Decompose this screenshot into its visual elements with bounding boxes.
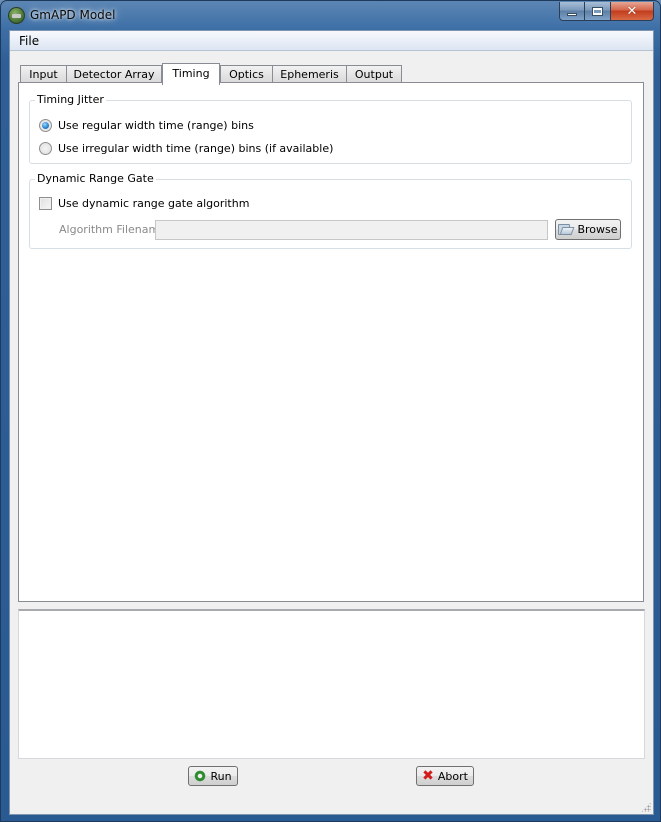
irregular-bins-option[interactable]: Use irregular width time (range) bins (i… — [39, 142, 333, 155]
dynamic-range-gate-checkbox[interactable] — [39, 197, 52, 210]
maximize-icon — [592, 6, 603, 16]
close-button[interactable]: ✕ — [611, 2, 654, 21]
dynamic-range-gate-option[interactable]: Use dynamic range gate algorithm — [39, 197, 249, 210]
close-icon: ✕ — [626, 3, 638, 19]
menu-file[interactable]: File — [17, 34, 41, 48]
log-output-area[interactable] — [18, 609, 645, 759]
folder-icon — [558, 223, 575, 236]
irregular-bins-radio[interactable] — [39, 142, 52, 155]
regular-bins-option[interactable]: Use regular width time (range) bins — [39, 119, 254, 132]
irregular-bins-label: Use irregular width time (range) bins (i… — [58, 142, 334, 155]
timing-jitter-title: Timing Jitter — [35, 93, 106, 106]
minimize-button[interactable] — [559, 2, 585, 21]
run-button[interactable]: Run — [188, 766, 238, 786]
dynamic-range-gate-label: Use dynamic range gate algorithm — [58, 197, 250, 210]
window-title: GmAPD Model — [30, 8, 116, 22]
algorithm-filename-input[interactable] — [155, 220, 548, 240]
abort-button[interactable]: ✖ Abort — [416, 766, 474, 786]
timing-jitter-group: Timing Jitter Use regular width time (ra… — [29, 93, 632, 164]
main-window: GmAPD Model ✕ File Input Detector Array … — [0, 0, 661, 822]
client-area: File Input Detector Array Timing Optics … — [9, 30, 654, 815]
algorithm-filename-label: Algorithm Filename — [59, 223, 166, 236]
abort-x-icon: ✖ — [422, 768, 434, 784]
app-icon[interactable] — [8, 7, 25, 24]
menu-bar: File — [10, 31, 653, 51]
minimize-icon — [567, 12, 577, 16]
run-label: Run — [210, 769, 232, 783]
regular-bins-label: Use regular width time (range) bins — [58, 119, 254, 132]
maximize-button[interactable] — [585, 2, 611, 21]
regular-bins-radio[interactable] — [39, 119, 52, 132]
timing-tab-panel: Timing Jitter Use regular width time (ra… — [18, 82, 644, 602]
browse-button[interactable]: Browse — [555, 219, 621, 240]
caption-buttons: ✕ — [559, 2, 654, 21]
dynamic-range-gate-group: Dynamic Range Gate Use dynamic range gat… — [29, 172, 632, 249]
resize-grip[interactable] — [641, 802, 651, 812]
browse-label: Browse — [577, 223, 618, 236]
abort-label: Abort — [437, 769, 468, 783]
title-bar[interactable]: GmAPD Model ✕ — [1, 1, 660, 30]
dynamic-range-gate-title: Dynamic Range Gate — [35, 172, 156, 185]
tab-timing[interactable]: Timing — [162, 63, 220, 85]
gear-icon — [193, 769, 208, 783]
